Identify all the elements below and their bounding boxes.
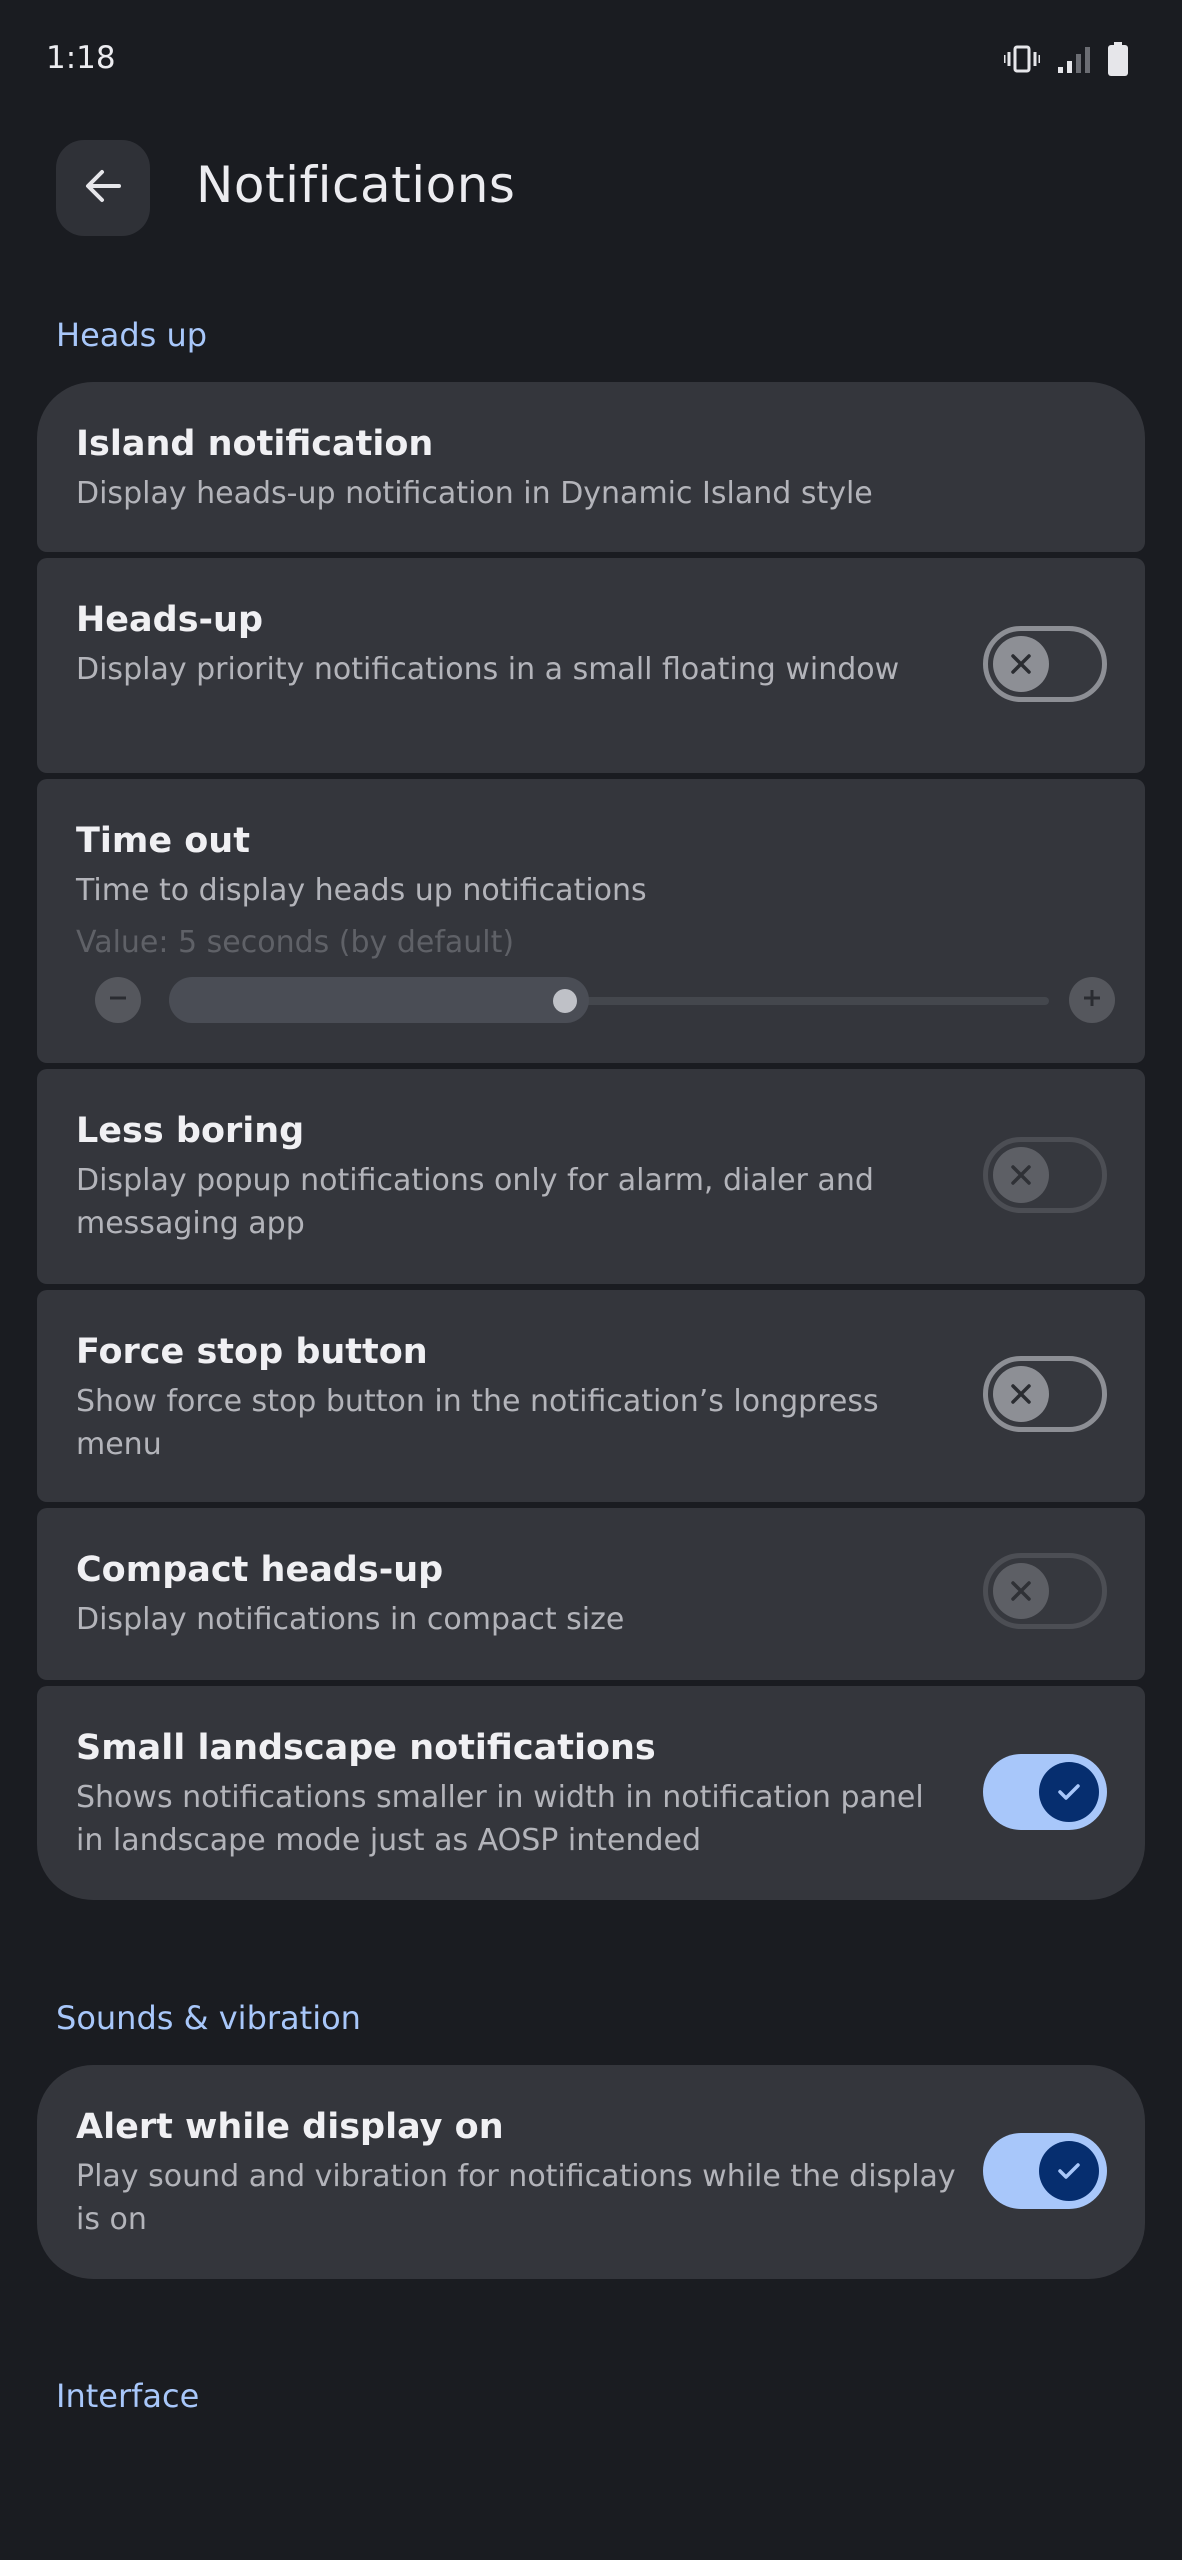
setting-title: Less boring xyxy=(76,1111,305,1151)
setting-less-boring[interactable]: Less boring Display popup notifications … xyxy=(37,1069,1145,1284)
battery-icon xyxy=(1108,42,1128,76)
force-stop-switch[interactable] xyxy=(983,1356,1107,1432)
small-landscape-switch[interactable] xyxy=(983,1754,1107,1830)
setting-title: Alert while display on xyxy=(76,2107,504,2147)
decrease-button[interactable] xyxy=(95,977,141,1023)
slider-active-track xyxy=(169,977,589,1023)
less-boring-switch[interactable] xyxy=(983,1137,1107,1213)
section-header-heads-up: Heads up xyxy=(56,316,208,354)
increase-button[interactable] xyxy=(1069,977,1115,1023)
time-out-value: Value: 5 seconds (by default) xyxy=(76,925,515,960)
minus-icon xyxy=(107,987,129,1013)
time-out-slider[interactable] xyxy=(37,967,1145,1027)
setting-title: Time out xyxy=(76,821,250,861)
status-bar: 1:18 xyxy=(0,0,1182,120)
setting-heads-up[interactable]: Heads-up Display priority notifications … xyxy=(37,558,1145,773)
close-icon xyxy=(993,636,1049,692)
vibrate-icon xyxy=(1004,44,1040,74)
setting-small-landscape-notifications[interactable]: Small landscape notifications Shows noti… xyxy=(37,1686,1145,1900)
setting-force-stop-button[interactable]: Force stop button Show force stop button… xyxy=(37,1290,1145,1502)
setting-alert-while-display-on[interactable]: Alert while display on Play sound and vi… xyxy=(37,2065,1145,2279)
app-bar: Notifications xyxy=(0,140,1182,240)
setting-title: Force stop button xyxy=(76,1332,428,1372)
setting-subtitle: Play sound and vibration for notificatio… xyxy=(76,2159,956,2237)
plus-icon xyxy=(1081,987,1103,1013)
setting-subtitle: Shows notifications smaller in width in … xyxy=(76,1780,924,1858)
setting-subtitle: Display notifications in compact size xyxy=(76,1602,625,1637)
status-icons xyxy=(1004,42,1128,76)
setting-subtitle: Display priority notifications in a smal… xyxy=(76,652,900,687)
close-icon xyxy=(993,1563,1049,1619)
alert-display-on-switch[interactable] xyxy=(983,2133,1107,2209)
compact-heads-up-switch[interactable] xyxy=(983,1553,1107,1629)
page-title: Notifications xyxy=(196,156,516,214)
setting-subtitle: Time to display heads up notifications xyxy=(76,873,647,908)
close-icon xyxy=(993,1147,1049,1203)
setting-title: Compact heads-up xyxy=(76,1550,444,1590)
setting-title: Small landscape notifications xyxy=(76,1728,656,1768)
setting-time-out[interactable]: Time out Time to display heads up notifi… xyxy=(37,779,1145,1063)
heads-up-switch[interactable] xyxy=(983,626,1107,702)
check-icon xyxy=(1039,1762,1099,1822)
signal-icon xyxy=(1058,45,1090,73)
close-icon xyxy=(993,1366,1049,1422)
setting-title: Island notification xyxy=(76,424,434,464)
status-time: 1:18 xyxy=(46,40,116,76)
section-header-sounds-vibration: Sounds & vibration xyxy=(56,1999,361,2037)
setting-subtitle: Display heads-up notification in Dynamic… xyxy=(76,476,873,511)
setting-island-notification[interactable]: Island notification Display heads-up not… xyxy=(37,382,1145,552)
check-icon xyxy=(1039,2141,1099,2201)
section-header-interface: Interface xyxy=(56,2377,200,2415)
slider-thumb[interactable] xyxy=(553,989,577,1013)
arrow-left-icon xyxy=(83,166,123,210)
setting-subtitle: Display popup notifications only for ala… xyxy=(76,1163,874,1241)
setting-subtitle: Show force stop button in the notificati… xyxy=(76,1384,879,1462)
setting-title: Heads-up xyxy=(76,600,264,640)
setting-compact-heads-up[interactable]: Compact heads-up Display notifications i… xyxy=(37,1508,1145,1680)
back-button[interactable] xyxy=(56,140,150,236)
